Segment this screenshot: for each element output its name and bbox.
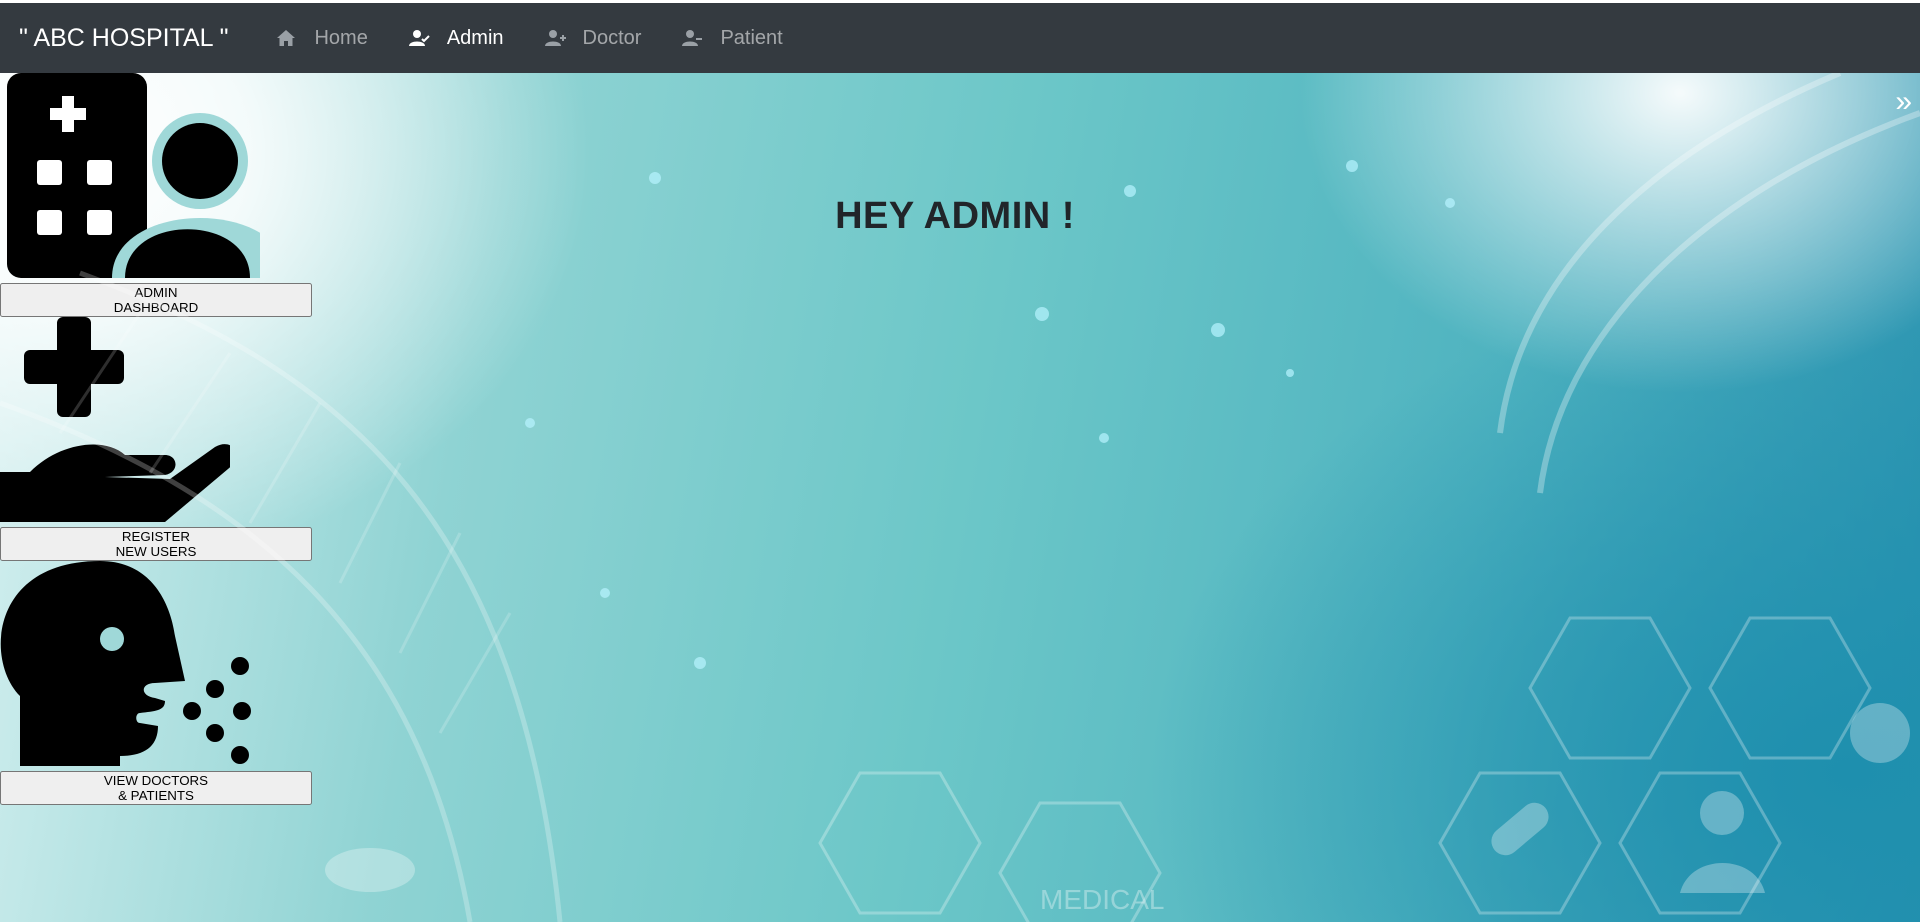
- user-minus-icon: [681, 27, 703, 49]
- user-plus-icon: [544, 27, 566, 49]
- brand-title[interactable]: " ABC HOSPITAL ": [19, 24, 228, 53]
- user-check-icon: [408, 27, 430, 49]
- chevron-right-icon: »: [1895, 85, 1912, 118]
- nav-label-home: Home: [314, 26, 368, 49]
- background-medical-text: MEDICAL: [1040, 884, 1164, 915]
- top-navbar: " ABC HOSPITAL " Home Admin Doctor Patie…: [0, 3, 1920, 73]
- nav-item-admin[interactable]: Admin: [408, 27, 504, 50]
- page-heading: HEY ADMIN !: [835, 195, 1075, 237]
- hero-section: MEDICAL HEY ADMIN ! ADMIN DASHBOARD » RE…: [0, 73, 1920, 922]
- nav-label-patient: Patient: [720, 26, 783, 49]
- nav-label-admin: Admin: [446, 26, 504, 49]
- nav-item-patient[interactable]: Patient: [681, 26, 783, 50]
- nav-item-doctor[interactable]: Doctor: [544, 26, 642, 50]
- home-icon: [275, 27, 297, 49]
- nav-label-doctor: Doctor: [582, 26, 642, 49]
- nav-item-home[interactable]: Home: [275, 26, 368, 50]
